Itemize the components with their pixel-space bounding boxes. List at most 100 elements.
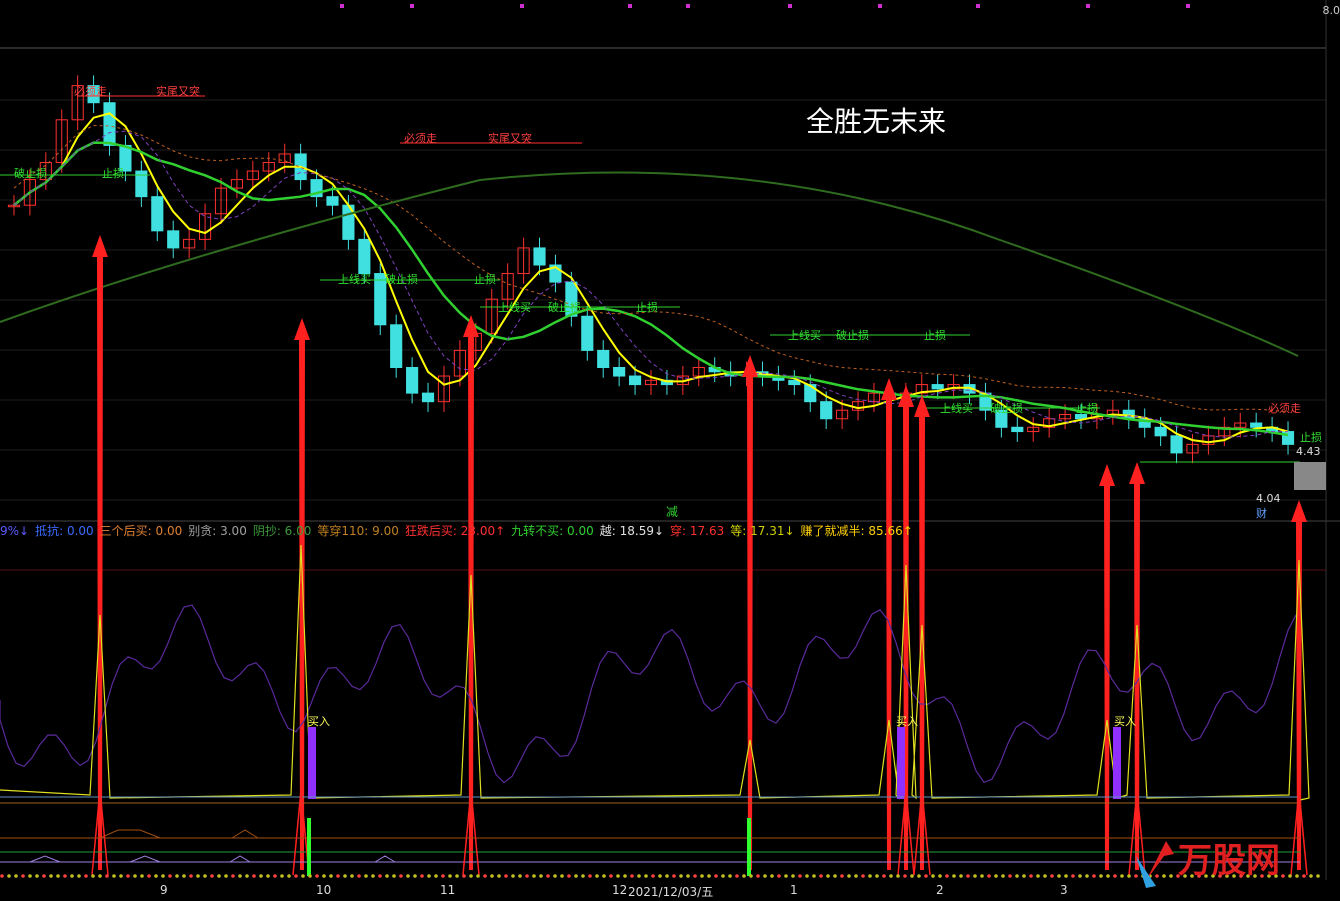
dot — [1015, 874, 1019, 878]
top-marker — [788, 4, 792, 8]
top-marker — [628, 4, 632, 8]
line-buy-label: 上线买 — [940, 402, 973, 415]
stop-loss-label: 破止损 — [548, 301, 581, 314]
legend-item: 9%↓ — [0, 524, 30, 538]
dot — [819, 874, 823, 878]
dot — [1008, 874, 1012, 878]
legend-item: 阴抄: 6.00 — [252, 524, 312, 538]
dot — [98, 874, 102, 878]
dot — [308, 874, 312, 878]
dot — [1029, 874, 1033, 878]
dot — [903, 874, 907, 878]
dot — [875, 874, 879, 878]
dot — [539, 874, 543, 878]
dot — [1085, 874, 1089, 878]
dot — [637, 874, 641, 878]
stop-loss-label: 止损 — [102, 167, 124, 180]
candle-body — [931, 384, 944, 390]
dot — [672, 874, 676, 878]
dot — [882, 874, 886, 878]
stop-loss-label: 止损 — [474, 273, 496, 286]
dot — [7, 874, 11, 878]
dot — [182, 874, 186, 878]
dot — [1099, 874, 1103, 878]
dot — [112, 874, 116, 878]
green-bar — [307, 818, 311, 876]
stock-chart[interactable] — [0, 0, 1340, 901]
dot — [1092, 874, 1096, 878]
legend-item: 狂跌后买: 23.00↑ — [404, 524, 506, 538]
dot — [826, 874, 830, 878]
dot — [14, 874, 18, 878]
dot — [763, 874, 767, 878]
dot — [938, 874, 942, 878]
dot — [294, 874, 298, 878]
dot — [448, 874, 452, 878]
dot — [805, 874, 809, 878]
candle-body — [597, 349, 610, 368]
annotation-must-sell: 必须走 — [404, 132, 437, 145]
dot — [1064, 874, 1068, 878]
dot — [462, 874, 466, 878]
buy-label: 买入 — [1114, 715, 1136, 728]
dot — [91, 874, 95, 878]
dot — [770, 874, 774, 878]
dot — [630, 874, 634, 878]
dot — [476, 874, 480, 878]
stop-loss-label: 破止损 — [14, 167, 47, 180]
dot — [168, 874, 172, 878]
line-buy-label: 上线买 — [338, 273, 371, 286]
buy-bar — [1113, 727, 1121, 799]
dot — [63, 874, 67, 878]
dot — [364, 874, 368, 878]
dot — [756, 874, 760, 878]
dot — [679, 874, 683, 878]
dot — [931, 874, 935, 878]
ma-orange-dashed-line — [13, 124, 1289, 413]
dot — [588, 874, 592, 878]
dot — [896, 874, 900, 878]
dot — [350, 874, 354, 878]
dot — [399, 874, 403, 878]
green-bar — [747, 818, 751, 876]
buy-arrow — [294, 318, 310, 870]
candle-body — [1154, 426, 1167, 437]
candle-body — [629, 375, 642, 386]
dot — [994, 874, 998, 878]
dot — [966, 874, 970, 878]
dot — [511, 874, 515, 878]
candle-body — [390, 324, 403, 368]
x-tick: 3 — [1060, 883, 1068, 897]
dot — [28, 874, 32, 878]
legend-item: 等: 17.31↓ — [730, 524, 795, 538]
legend-item: 等穿110: 9.00 — [317, 524, 399, 538]
dot — [700, 874, 704, 878]
indicator-legend: 9%↓ 抵抗: 0.00 三个后买: 0.00 别贪: 3.00 阴抄: 6.00 等穿1… — [0, 522, 919, 539]
legend-item: 越: 18.59↓ — [599, 524, 665, 538]
dot — [1071, 874, 1075, 878]
candle-body — [820, 401, 833, 420]
dot — [1113, 874, 1117, 878]
dot — [70, 874, 74, 878]
dot — [42, 874, 46, 878]
dot — [854, 874, 858, 878]
dot — [812, 874, 816, 878]
dot — [427, 874, 431, 878]
stop-loss-lines — [0, 95, 1300, 463]
top-marker — [1086, 4, 1090, 8]
bump-line — [29, 855, 396, 863]
annotation-must-sell: 必须走 — [1268, 402, 1301, 415]
dot — [777, 874, 781, 878]
dot — [217, 874, 221, 878]
dot — [455, 874, 459, 878]
dot — [203, 874, 207, 878]
legend-item: 九转不买: 0.00 — [511, 524, 594, 538]
dot — [378, 874, 382, 878]
dot — [133, 874, 137, 878]
dot — [693, 874, 697, 878]
dot — [245, 874, 249, 878]
legend-item: 抵抗: 0.00 — [35, 524, 94, 538]
dot — [917, 874, 921, 878]
dot — [0, 874, 4, 878]
top-marker — [520, 4, 524, 8]
